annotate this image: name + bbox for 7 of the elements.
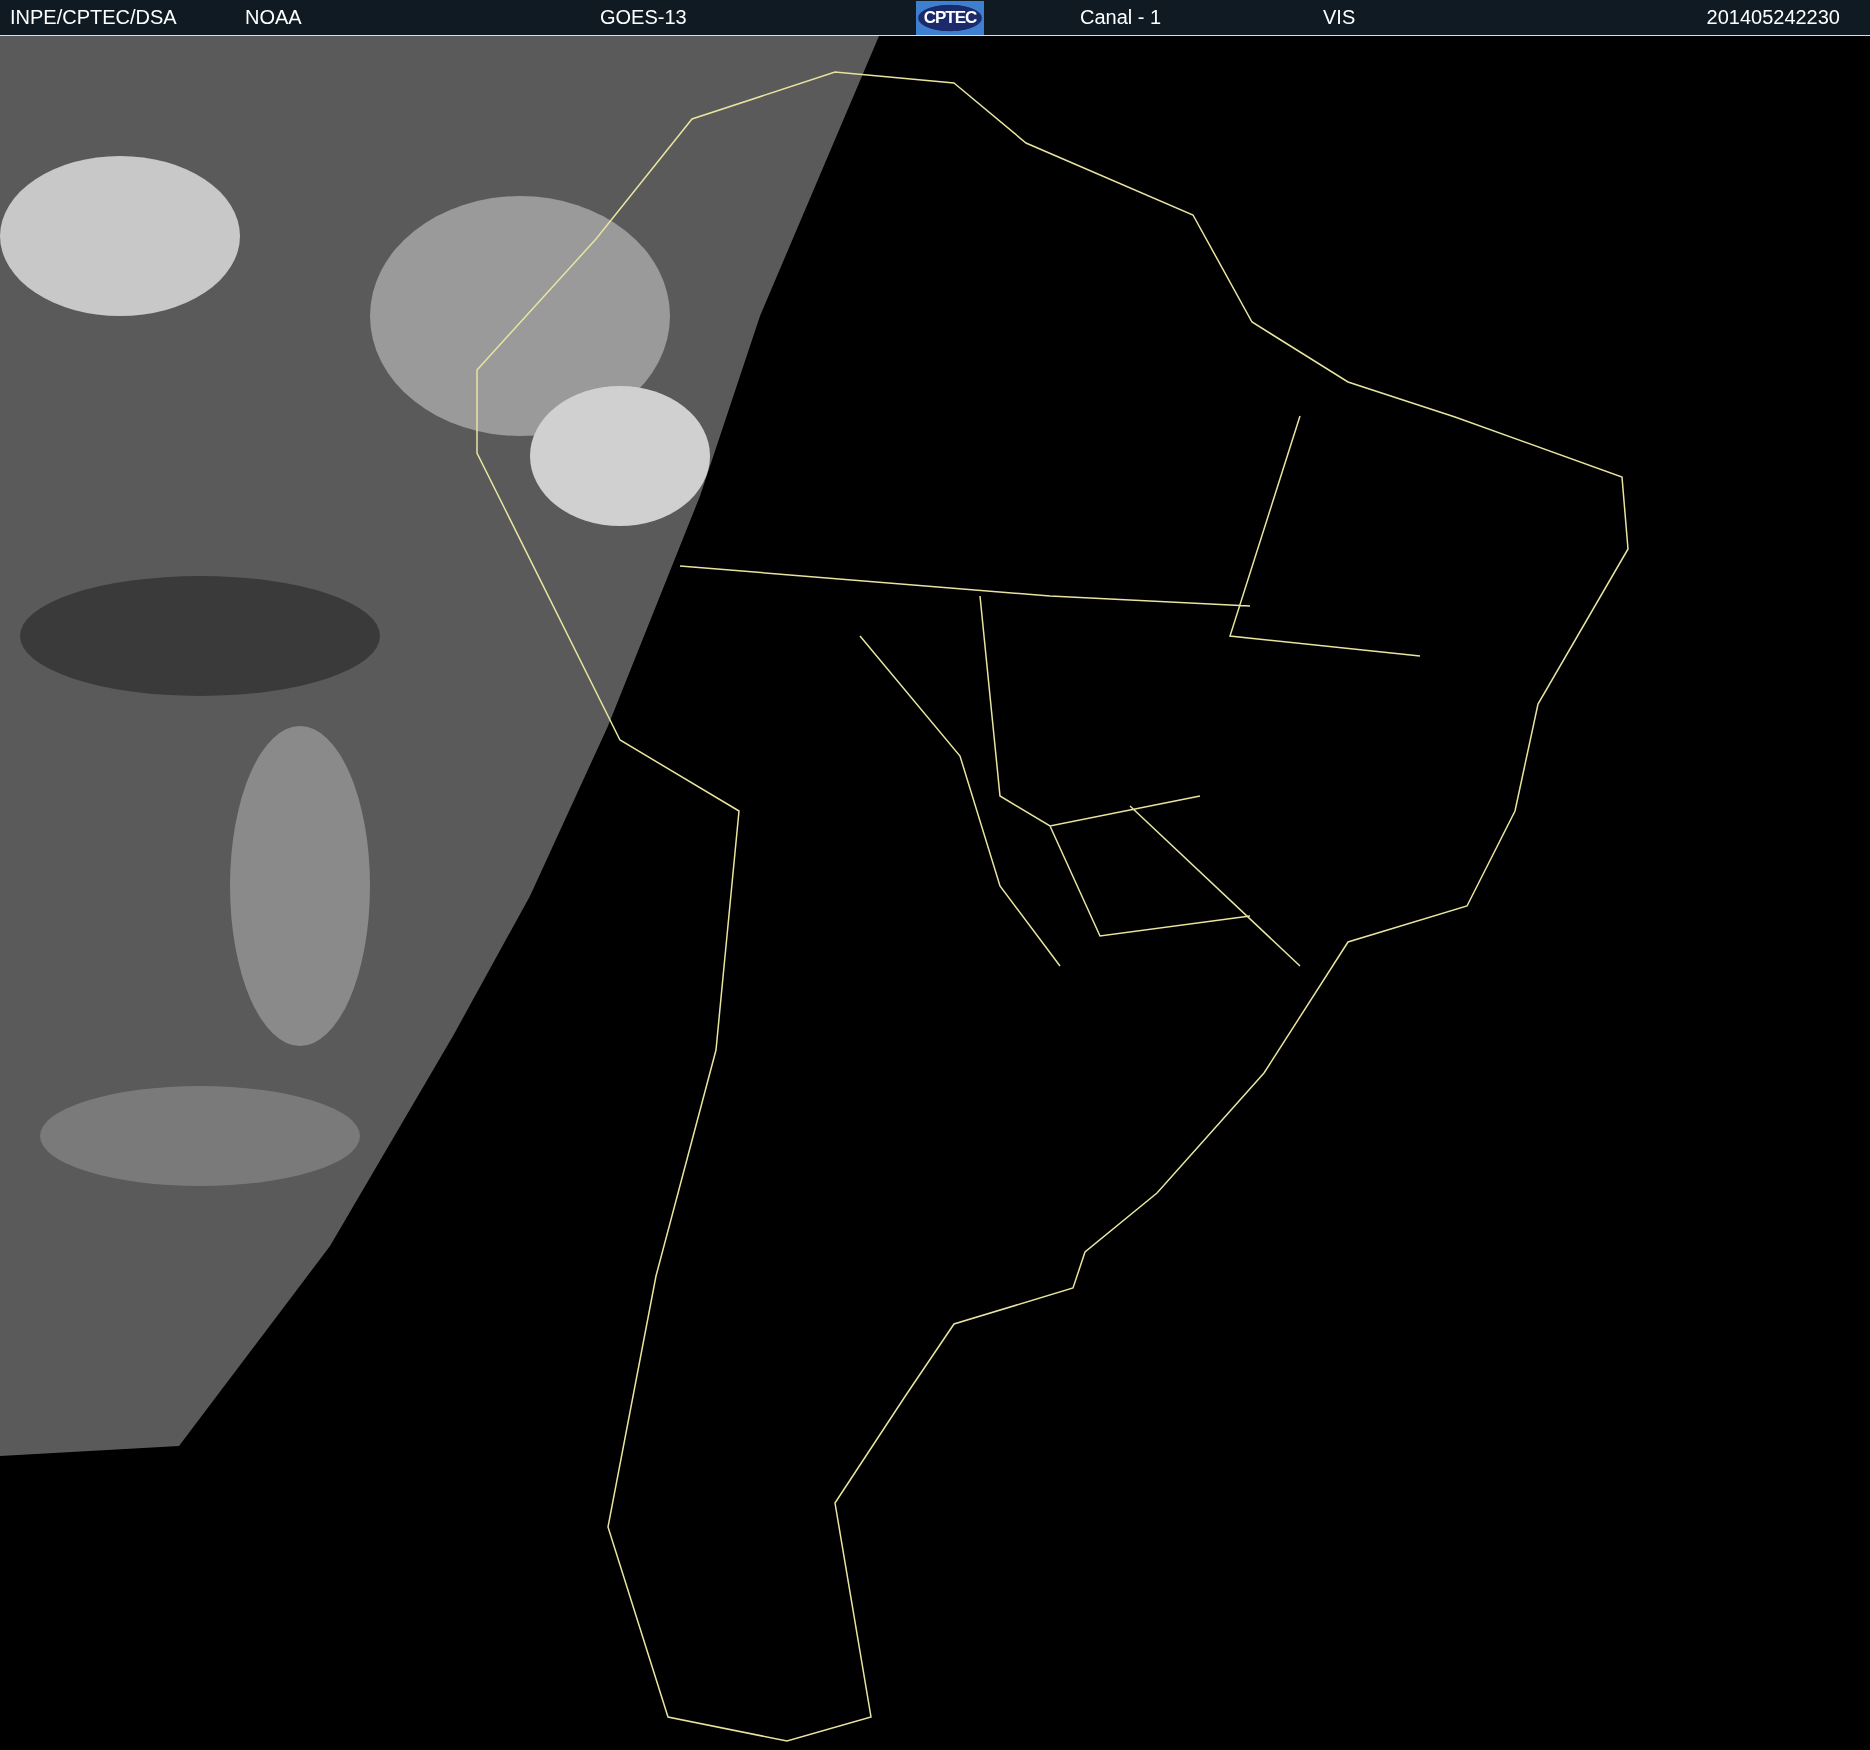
logo: CPTEC [916,0,984,35]
header-text: 201405242230 [1706,6,1840,29]
header-text: VIS [1323,6,1357,29]
header-text: GOES-13 [600,6,688,29]
header-text: INPE/CPTEC/DSA [10,6,178,29]
header-text: NOAA [245,6,303,29]
header-text: Canal - 1 [1080,6,1163,29]
